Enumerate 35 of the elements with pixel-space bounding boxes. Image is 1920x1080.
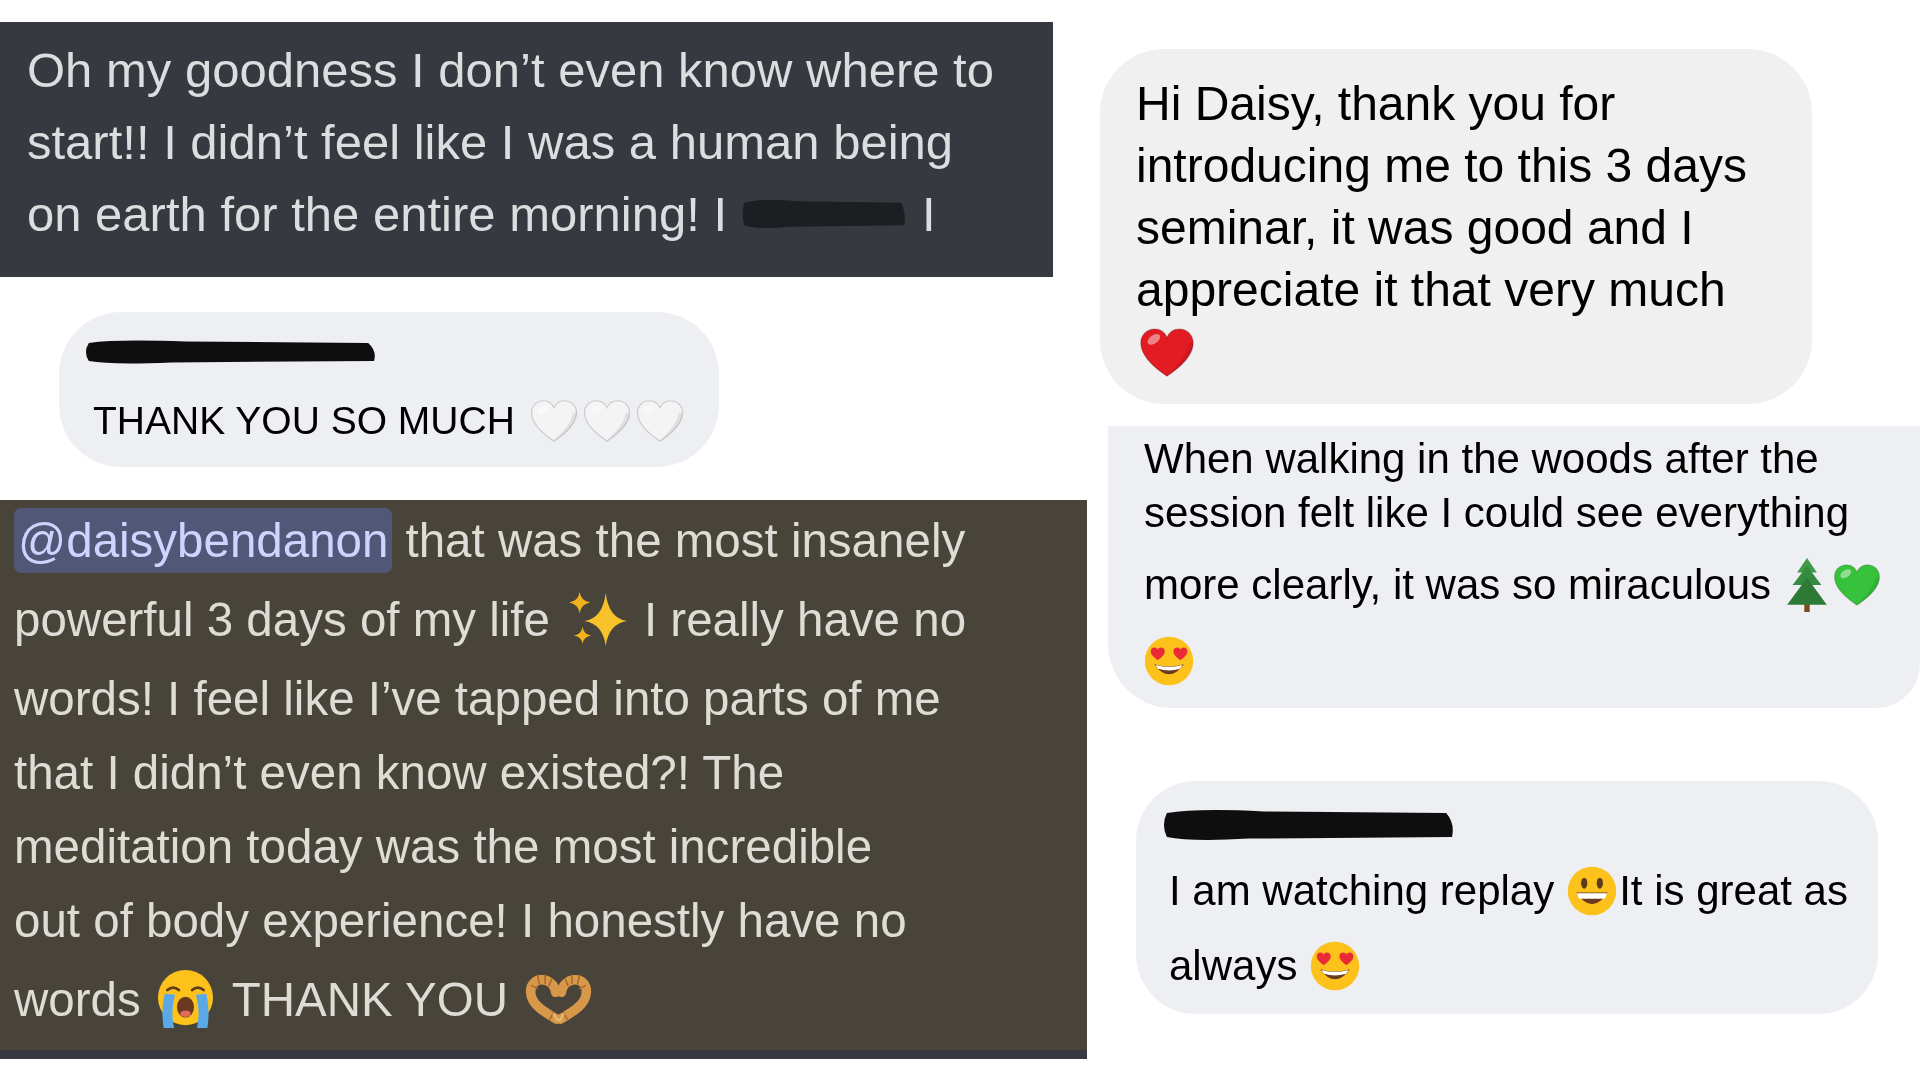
message-text: on earth for the entire morning! I	[27, 186, 727, 242]
message-text: that I didn’t even know existed?! The	[14, 744, 785, 800]
message-text: Oh my goodness I don’t even know where to	[27, 42, 994, 98]
redaction-icon	[83, 339, 377, 365]
message-text: I am watching replay	[1169, 867, 1555, 915]
message-text: THANK YOU SO MUCH	[93, 399, 515, 443]
message-text: When walking in the woods after the	[1144, 435, 1819, 483]
message-text: words! I feel like I’ve tapped into parts of me	[14, 670, 941, 726]
message-text: Hi Daisy, thank you for	[1136, 75, 1616, 131]
redaction-icon	[1161, 808, 1455, 842]
message-text: It is great as	[1619, 867, 1848, 915]
message-text: appreciate it that very much	[1136, 261, 1726, 317]
redaction-icon	[741, 198, 906, 230]
message-text: introducing me to this 3 days	[1136, 137, 1747, 193]
mention-link[interactable]: @daisybendanon	[14, 507, 393, 573]
message-text: always	[1169, 942, 1298, 990]
message-text: meditation today was the most incredible	[14, 818, 873, 874]
message-text: THANK YOU	[231, 971, 508, 1027]
message-text: session felt like I could see everything	[1144, 489, 1850, 537]
message-text: that was the most insanely	[405, 512, 966, 568]
sparkles-icon	[567, 591, 628, 647]
heart-hands-icon	[525, 974, 592, 1024]
pine-tree-icon	[1787, 558, 1828, 612]
smiling-face-icon	[1567, 866, 1618, 916]
crying-face-icon	[156, 969, 214, 1029]
message-text: more clearly, it was so miraculous	[1144, 561, 1772, 609]
message-text: out of body experience! I honestly have no	[14, 892, 907, 948]
message-text: powerful 3 days of my life	[14, 591, 550, 647]
message-text: words	[14, 971, 141, 1027]
heart-eyes-face-icon	[1144, 636, 1194, 686]
message-text: start!! I didn’t feel like I was a human being	[27, 114, 954, 170]
message-text: I really have no	[643, 591, 967, 647]
message-text: seminar, it was good and I	[1136, 199, 1694, 255]
heart-eyes-face-icon	[1310, 941, 1361, 991]
message-text: I	[922, 186, 936, 242]
